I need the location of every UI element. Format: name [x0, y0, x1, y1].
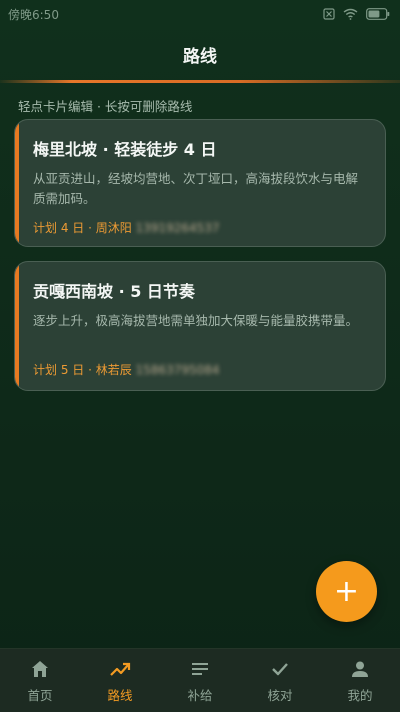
nav-item-profile[interactable]: 我的	[320, 649, 400, 712]
list-icon	[189, 658, 211, 680]
plus-icon: +	[333, 573, 360, 609]
wifi-icon	[343, 8, 358, 20]
route-meta: 计划 5 日 · 林若辰 15863795084	[33, 361, 369, 378]
route-card[interactable]: 梅里北坡 · 轻装徒步 4 日 从亚贡进山，经坡均营地、次丁垭口，高海拔段饮水与…	[14, 119, 386, 247]
route-phone: 15863795084	[135, 363, 220, 377]
nav-label: 路线	[107, 687, 133, 703]
bottom-nav: 首页 路线 补给 核对 我的	[0, 648, 400, 712]
nav-item-checklist[interactable]: 核对	[240, 649, 320, 712]
app-header: 路线	[0, 28, 400, 80]
status-time: 傍晚6:50	[8, 7, 59, 22]
nav-item-supplies[interactable]: 补给	[160, 649, 240, 712]
route-description: 逐步上升，极高海拔营地需单独加大保暖与能量胶携带量。	[33, 313, 359, 328]
header-accent-line	[0, 80, 400, 83]
page-title: 路线	[183, 46, 217, 67]
nav-label: 我的	[347, 687, 373, 703]
person-icon	[349, 658, 371, 680]
route-title: 梅里北坡 · 轻装徒步 4 日	[33, 140, 217, 159]
nav-label: 首页	[27, 687, 53, 703]
check-icon	[269, 658, 291, 680]
route-description: 从亚贡进山，经坡均营地、次丁垭口，高海拔段饮水与电解质需加码。	[33, 171, 359, 206]
route-title: 贡嘎西南坡 · 5 日节奏	[33, 282, 195, 301]
nav-item-home[interactable]: 首页	[0, 649, 80, 712]
route-phone: 13919264537	[135, 221, 220, 235]
nav-item-routes[interactable]: 路线	[80, 649, 160, 712]
status-icons	[323, 8, 390, 20]
battery-icon	[366, 8, 390, 20]
route-plan-owner: 计划 5 日 · 林若辰	[33, 363, 132, 377]
trending-up-icon	[109, 658, 131, 680]
nav-label: 补给	[187, 687, 213, 703]
nav-label: 核对	[267, 687, 293, 703]
route-plan-owner: 计划 4 日 · 周沐阳	[33, 221, 132, 235]
sim-off-icon	[323, 8, 335, 20]
status-bar: 傍晚6:50	[0, 0, 400, 28]
route-meta: 计划 4 日 · 周沐阳 13919264537	[33, 219, 369, 236]
hint-text: 轻点卡片编辑 · 长按可删除路线	[18, 99, 193, 114]
home-icon	[29, 658, 51, 680]
route-card[interactable]: 贡嘎西南坡 · 5 日节奏 逐步上升，极高海拔营地需单独加大保暖与能量胶携带量。…	[14, 261, 386, 391]
add-route-button[interactable]: +	[316, 561, 377, 622]
